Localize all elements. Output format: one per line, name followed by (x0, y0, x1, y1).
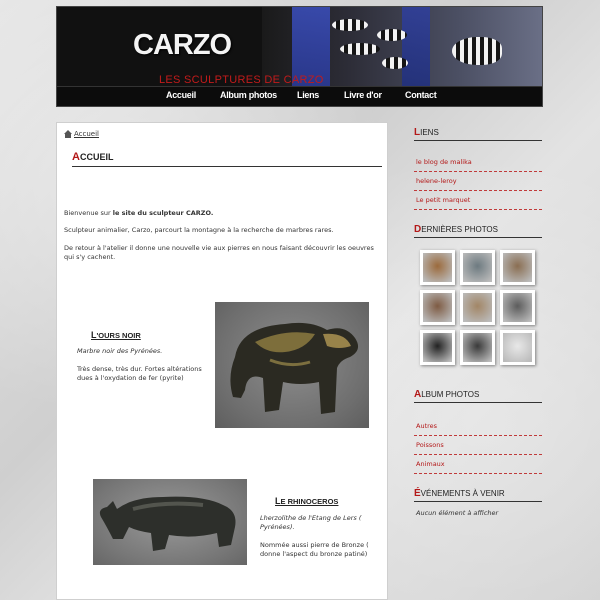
sidebar-events-title: ÉVÉNEMENTS À VENIR (414, 488, 542, 502)
sidebar-link-item[interactable]: le blog de malika (414, 153, 542, 172)
home-icon (64, 130, 72, 138)
intro-paragraph: De retour à l'atelier il donne une nouve… (64, 244, 374, 261)
photo-thumbnail-image (503, 253, 532, 282)
intro-paragraph: Sculpteur animalier, Carzo, parcourt la … (64, 226, 334, 234)
site-tagline: LES SCULPTURES DE CARZO (159, 74, 324, 86)
photo-thumbnail-image (463, 333, 492, 362)
photo-thumbnail[interactable] (500, 330, 535, 365)
section-subtitle: Lherzolithe de l'Etang de Lers ( Pyrénée… (260, 514, 362, 531)
section-text: Très dense, très dur. Fortes altérations… (77, 365, 202, 382)
photo-thumbnail[interactable] (420, 330, 455, 365)
sidebar-link-item[interactable]: helene-leroy (414, 172, 542, 191)
site-header: CARZO LES SCULPTURES DE CARZO Accueil Al… (56, 6, 543, 107)
sidebar-links: LIENS le blog de malika helene-leroy Le … (414, 127, 542, 210)
photo-thumbnail[interactable] (420, 250, 455, 285)
section-text: Nommée aussi pierre de Bronze ( donne l'… (260, 541, 369, 558)
breadcrumb-accueil-link[interactable]: Accueil (74, 130, 99, 138)
breadcrumb: Accueil (64, 130, 99, 138)
sidebar-album: ALBUM PHOTOS Autres Poissons Animaux (414, 389, 542, 474)
nav-accueil[interactable]: Accueil (166, 90, 196, 100)
nav-livre-dor[interactable]: Livre d'or (344, 90, 382, 100)
album-link-item[interactable]: Autres (414, 417, 542, 436)
nav-liens[interactable]: Liens (297, 90, 319, 100)
photo-thumbnail-image (463, 253, 492, 282)
sidebar-recent-photos: DERNIÈRES PHOTOS (414, 224, 542, 365)
photo-thumbnail-image (423, 293, 452, 322)
sidebar-links-title: LIENS (414, 127, 542, 141)
album-link-item[interactable]: Poissons (414, 436, 542, 455)
photo-thumbnail-grid (420, 250, 542, 365)
photo-thumbnail-image (463, 293, 492, 322)
photo-thumbnail-image (423, 333, 452, 362)
photo-thumbnail[interactable] (460, 290, 495, 325)
photo-thumbnail[interactable] (500, 290, 535, 325)
main-content: Accueil ACCUEIL Bienvenue sur le site du… (56, 122, 388, 600)
photo-thumbnail[interactable] (460, 250, 495, 285)
section-title-ours-noir: L'OURS NOIR (91, 330, 141, 340)
sidebar-photos-title: DERNIÈRES PHOTOS (414, 224, 542, 238)
site-logo[interactable]: CARZO (133, 29, 232, 62)
nav-contact[interactable]: Contact (405, 90, 437, 100)
album-link-item[interactable]: Animaux (414, 455, 542, 474)
photo-thumbnail-image (423, 253, 452, 282)
sidebar-album-title: ALBUM PHOTOS (414, 389, 542, 403)
sidebar-events: ÉVÉNEMENTS À VENIR Aucun élément à affic… (414, 488, 542, 517)
rhino-sculpture-image[interactable] (93, 479, 247, 565)
section-title-rhinoceros: LE RHINOCEROS (275, 496, 339, 506)
photo-thumbnail-image (503, 333, 532, 362)
photo-thumbnail[interactable] (500, 250, 535, 285)
photo-thumbnail-image (503, 293, 532, 322)
section-subtitle: Marbre noir des Pyrénées. (77, 347, 163, 355)
nav-album-photos[interactable]: Album photos (220, 90, 277, 100)
sidebar-link-item[interactable]: Le petit marquet (414, 191, 542, 210)
photo-thumbnail[interactable] (460, 330, 495, 365)
photo-thumbnail[interactable] (420, 290, 455, 325)
rhino-sculpture-illustration (99, 496, 236, 551)
bear-sculpture-illustration (230, 322, 359, 414)
main-nav: Accueil Album photos Liens Livre d'or Co… (57, 86, 542, 106)
intro-welcome: Bienvenue sur le site du sculpteur CARZO… (64, 209, 214, 217)
bear-sculpture-image[interactable] (215, 302, 369, 428)
events-empty-message: Aucun élément à afficher (416, 509, 499, 517)
page-title: ACCUEIL (72, 151, 382, 167)
